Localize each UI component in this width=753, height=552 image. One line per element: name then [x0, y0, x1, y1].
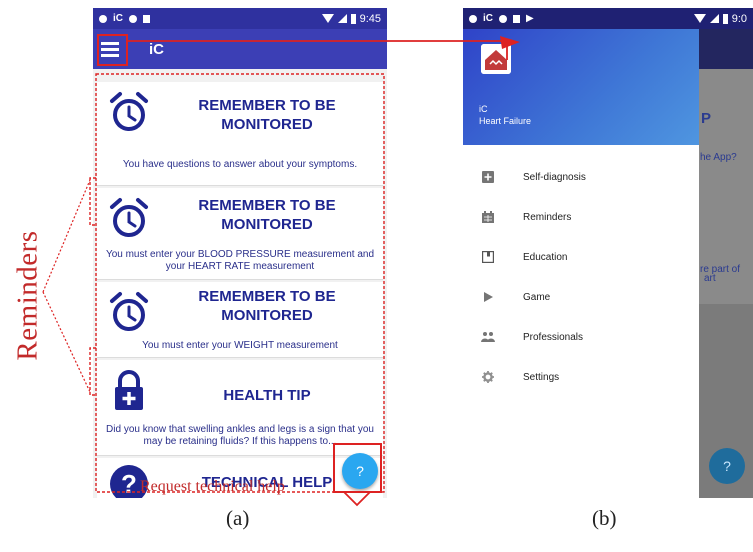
- background-text: he App?: [700, 152, 737, 163]
- play-notification-icon: ▶: [526, 13, 534, 24]
- menu-item-professionals[interactable]: Professionals: [463, 317, 699, 357]
- card-body: You must enter your BLOOD PRESSURE measu…: [105, 249, 375, 272]
- background-text: art: [704, 273, 716, 284]
- phone-screen-a: iC 9:45 iC REMEMBER TO BE MONITORED You …: [93, 8, 387, 498]
- sd-card-icon: [513, 14, 520, 23]
- book-icon: [481, 250, 495, 264]
- status-time: 9:45: [359, 12, 381, 25]
- reminder-card[interactable]: REMEMBER TO BE MONITORED You have questi…: [97, 82, 383, 186]
- drawer-header: iC Heart Failure: [463, 29, 699, 145]
- status-bar: iC 9:45: [93, 8, 387, 29]
- ic-notification-icon: iC: [113, 13, 123, 24]
- battery-icon: [350, 13, 356, 24]
- card-body: You must enter your WEIGHT measurement: [142, 340, 338, 351]
- people-icon: [481, 330, 495, 344]
- reminders-annotation-text: Reminders: [11, 229, 44, 361]
- gear-icon: [481, 370, 495, 384]
- play-icon: [481, 290, 495, 304]
- alarm-clock-icon: [110, 292, 148, 331]
- navigation-drawer: iC Heart Failure Self-diagnosis Reminder…: [463, 29, 699, 498]
- menu-item-self-diagnosis[interactable]: Self-diagnosis: [463, 157, 699, 197]
- caption-a: (a): [226, 506, 250, 530]
- menu-item-label: Settings: [523, 371, 560, 383]
- wifi-icon: [321, 14, 334, 23]
- drawer-menu: Self-diagnosis Reminders Education Game …: [463, 145, 699, 397]
- reminder-card-list: REMEMBER TO BE MONITORED You have questi…: [97, 82, 383, 498]
- reminders-annotation: Reminders: [11, 195, 44, 395]
- menu-item-label: Reminders: [523, 211, 572, 223]
- reminder-card[interactable]: REMEMBER TO BE MONITORED You must enter …: [97, 188, 383, 280]
- phone-screen-b: P he App? re part of art ? iC ▶ 9:0 iC H…: [463, 8, 753, 498]
- reminder-card[interactable]: REMEMBER TO BE MONITORED You must enter …: [97, 282, 383, 358]
- drawer-condition: Heart Failure: [479, 116, 532, 126]
- app-logo-icon: [481, 44, 511, 74]
- menu-item-label: Game: [523, 291, 551, 303]
- app-bar: iC: [93, 29, 387, 69]
- menu-item-settings[interactable]: Settings: [463, 357, 699, 397]
- sd-card-icon: [143, 14, 150, 23]
- health-tip-card[interactable]: HEALTH TIP Did you know that swelling an…: [97, 360, 383, 456]
- reminders-connector: [42, 179, 91, 293]
- alarm-clock-icon: [110, 198, 148, 237]
- card-body: Did you know that swelling ankles and le…: [106, 424, 374, 447]
- menu-item-label: Self-diagnosis: [523, 171, 586, 183]
- ic-notification-icon: iC: [483, 13, 493, 24]
- hamburger-menu-icon[interactable]: [101, 41, 119, 57]
- svg-text:?: ?: [121, 469, 137, 498]
- notification-icon: [129, 14, 137, 23]
- background-text: P: [701, 110, 712, 127]
- request-help-annotation: Request technical help: [140, 478, 285, 495]
- signal-icon: [709, 14, 719, 23]
- menu-item-reminders[interactable]: Reminders: [463, 197, 699, 237]
- menu-item-education[interactable]: Education: [463, 237, 699, 277]
- background-help-fab[interactable]: ?: [709, 448, 745, 484]
- status-time: 9:0: [731, 12, 747, 25]
- signal-icon: [337, 14, 347, 23]
- wifi-icon: [693, 14, 706, 23]
- card-body: You have questions to answer about your …: [122, 159, 358, 170]
- plus-box-icon: [481, 170, 495, 184]
- status-bar: iC ▶ 9:0: [463, 8, 753, 29]
- reminders-connector: [42, 291, 91, 393]
- menu-item-label: Professionals: [523, 331, 584, 343]
- technical-help-fab[interactable]: ?: [342, 453, 378, 489]
- lock-plus-icon: [115, 370, 143, 410]
- app-title: iC: [149, 40, 164, 58]
- battery-icon: [722, 13, 728, 24]
- menu-item-game[interactable]: Game: [463, 277, 699, 317]
- menu-item-label: Education: [523, 251, 568, 263]
- notification-icon: [499, 14, 507, 23]
- caption-b: (b): [592, 506, 617, 530]
- alarm-clock-icon: [110, 92, 148, 131]
- notification-icon: [99, 14, 107, 23]
- calendar-icon: [481, 210, 495, 224]
- notification-icon: [469, 14, 477, 23]
- drawer-app-name: iC: [479, 104, 488, 114]
